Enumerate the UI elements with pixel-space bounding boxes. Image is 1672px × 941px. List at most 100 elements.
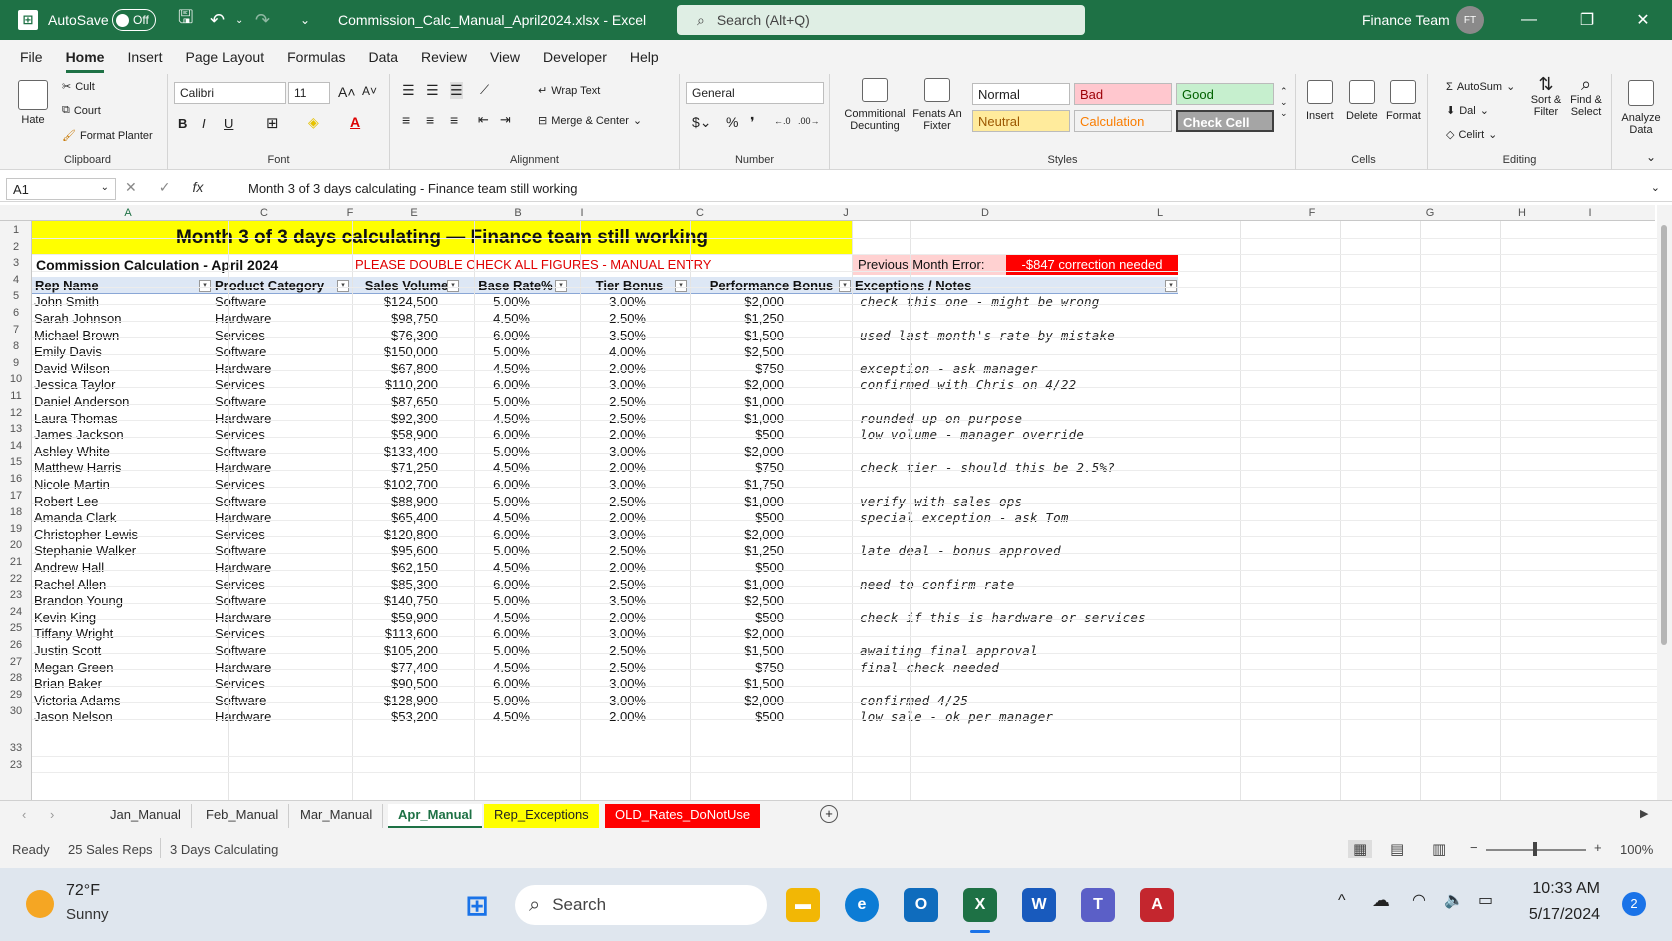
row-header[interactable]: 8	[0, 340, 32, 352]
note-cell[interactable]: late deal - bonus approved	[860, 542, 1176, 559]
data-cell[interactable]: $750	[688, 659, 784, 676]
table-header[interactable]: Exceptions / Notes	[852, 276, 1178, 294]
redo-icon[interactable]: ↷	[255, 0, 270, 40]
data-cell[interactable]: 6.00%	[460, 625, 530, 642]
note-cell[interactable]: used last month's rate by mistake	[860, 327, 1176, 344]
data-cell[interactable]: $2,500	[688, 343, 784, 360]
row-header[interactable]: 15	[0, 456, 32, 468]
menu-data[interactable]: Data	[368, 49, 398, 65]
close-icon[interactable]: ✕	[1614, 0, 1672, 40]
autosum-button[interactable]: Σ AutoSum ⌄	[1446, 80, 1515, 94]
data-cell[interactable]: John Smith	[34, 293, 210, 310]
data-cell[interactable]: $1,250	[688, 310, 784, 327]
data-cell[interactable]: 5.00%	[460, 393, 530, 410]
format-painter-button[interactable]: 🖌 Format Planter	[62, 129, 153, 143]
data-cell[interactable]: $500	[688, 426, 784, 443]
data-cell[interactable]: $113,600	[350, 625, 438, 642]
data-cell[interactable]: Rachel Allen	[34, 576, 210, 593]
data-cell[interactable]: Hardware	[215, 708, 349, 725]
row-header[interactable]: 13	[0, 423, 32, 435]
note-cell[interactable]	[860, 559, 1176, 576]
menu-review[interactable]: Review	[421, 49, 467, 65]
fill-color-icon[interactable]: ◈	[308, 114, 319, 131]
data-cell[interactable]: Laura Thomas	[34, 410, 210, 427]
data-cell[interactable]: $1,500	[688, 642, 784, 659]
page-break-icon[interactable]: ▥	[1432, 840, 1446, 858]
data-cell[interactable]: $2,000	[688, 443, 784, 460]
name-box[interactable]: A1 ⌄	[6, 178, 116, 200]
data-cell[interactable]: $2,500	[688, 592, 784, 609]
sheet-tab[interactable]: Jan_Manual	[100, 804, 192, 828]
data-cell[interactable]: 6.00%	[460, 327, 530, 344]
increase-indent-icon[interactable]: ⇥	[500, 112, 511, 128]
underline-icon[interactable]: U	[224, 116, 233, 131]
format-as-table-button[interactable]: Fenats An Fixter	[912, 78, 962, 132]
subtitle-cell[interactable]: Commission Calculation - April 2024	[36, 255, 336, 275]
note-cell[interactable]: verify with sales ops	[860, 493, 1176, 510]
data-cell[interactable]: Software	[215, 393, 349, 410]
data-cell[interactable]: Andrew Hall	[34, 559, 210, 576]
table-header[interactable]: Rep Name	[32, 276, 212, 294]
column-header[interactable]: J	[826, 205, 866, 221]
borders-icon[interactable]: ⊞	[266, 114, 279, 132]
autosave-toggle[interactable]: Off	[112, 0, 156, 40]
data-cell[interactable]: $124,500	[350, 293, 438, 310]
data-cell[interactable]: 4.50%	[460, 310, 530, 327]
note-cell[interactable]	[860, 476, 1176, 493]
vertical-scrollbar[interactable]	[1657, 205, 1672, 800]
volume-icon[interactable]: 🔈	[1444, 890, 1464, 910]
data-cell[interactable]: Brandon Young	[34, 592, 210, 609]
note-cell[interactable]	[860, 675, 1176, 692]
data-cell[interactable]: 4.50%	[460, 559, 530, 576]
cloud-icon[interactable]: ☁	[1372, 890, 1390, 911]
menu-page-layout[interactable]: Page Layout	[185, 49, 264, 65]
data-cell[interactable]: $2,000	[688, 376, 784, 393]
clock-time[interactable]: 10:33 AM	[1526, 880, 1600, 898]
chevron-up-icon[interactable]: ^	[1338, 892, 1346, 910]
comma-icon[interactable]: ❜	[750, 114, 755, 131]
table-header[interactable]: Sales Volume	[350, 276, 460, 294]
enter-icon[interactable]: ✓	[159, 179, 171, 196]
menu-view[interactable]: View	[490, 49, 520, 65]
outlook-icon[interactable]: O	[904, 888, 938, 922]
clear-button[interactable]: ◇ Celirt ⌄	[1446, 128, 1497, 142]
note-cell[interactable]: awaiting final approval	[860, 642, 1176, 659]
note-cell[interactable]: special exception - ask Tom	[860, 509, 1176, 526]
sheet-tab[interactable]: OLD_Rates_DoNotUse	[605, 804, 761, 828]
data-cell[interactable]: Hardware	[215, 609, 349, 626]
data-cell[interactable]: $120,800	[350, 526, 438, 543]
collapse-ribbon-icon[interactable]: ⌄	[1646, 150, 1656, 164]
column-header[interactable]: C	[244, 205, 284, 221]
data-cell[interactable]: Software	[215, 592, 349, 609]
delete-cells-button[interactable]: Delete	[1346, 80, 1378, 122]
avatar[interactable]: FT	[1456, 0, 1484, 40]
data-cell[interactable]: Tiffany Wright	[34, 625, 210, 642]
data-cell[interactable]: 6.00%	[460, 576, 530, 593]
row-header[interactable]: 10	[0, 373, 32, 385]
increase-decimal-icon[interactable]: ←.0	[774, 116, 791, 126]
note-cell[interactable]	[860, 625, 1176, 642]
font-name-dropdown[interactable]: Calibri	[174, 82, 286, 104]
column-header[interactable]: A	[108, 205, 148, 221]
search-box[interactable]: ⌕ Search (Alt+Q)	[677, 5, 1085, 35]
data-cell[interactable]: 5.00%	[460, 343, 530, 360]
row-header[interactable]: 19	[0, 523, 32, 535]
data-cell[interactable]: Victoria Adams	[34, 692, 210, 709]
bottom-align-icon[interactable]: ☰	[450, 82, 463, 99]
page-layout-icon[interactable]: ▤	[1390, 840, 1404, 858]
row-header[interactable]: 4	[0, 274, 32, 286]
teams-icon[interactable]: T	[1081, 888, 1115, 922]
column-header[interactable]: C	[680, 205, 720, 221]
row-header[interactable]: 12	[0, 407, 32, 419]
data-cell[interactable]: 6.00%	[460, 426, 530, 443]
data-cell[interactable]: $500	[688, 708, 784, 725]
data-cell[interactable]: Hardware	[215, 559, 349, 576]
data-cell[interactable]: Software	[215, 293, 349, 310]
data-cell[interactable]: Sarah Johnson	[34, 310, 210, 327]
row-header[interactable]: 16	[0, 473, 32, 485]
data-cell[interactable]: $105,200	[350, 642, 438, 659]
data-cell[interactable]: 5.00%	[460, 642, 530, 659]
menu-help[interactable]: Help	[630, 49, 659, 65]
data-cell[interactable]: Stephanie Walker	[34, 542, 210, 559]
data-cell[interactable]: Services	[215, 327, 349, 344]
